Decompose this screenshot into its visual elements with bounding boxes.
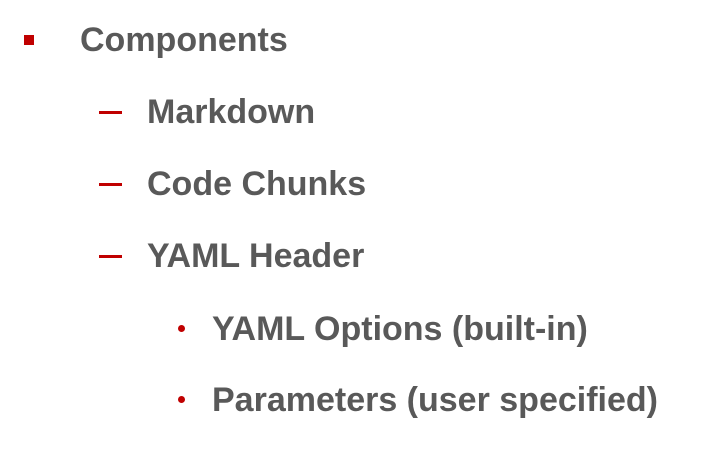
bullet-text: Markdown bbox=[147, 93, 316, 131]
dash-bullet-icon bbox=[99, 111, 122, 114]
bullet-text: YAML Header bbox=[147, 237, 365, 275]
dash-bullet-icon bbox=[99, 183, 122, 186]
dot-bullet-icon bbox=[178, 396, 185, 403]
dot-bullet-icon bbox=[178, 325, 185, 332]
dash-bullet-icon bbox=[99, 255, 122, 258]
bullet-text: Components bbox=[80, 21, 288, 59]
bullet-text: Parameters (user specified) bbox=[212, 381, 658, 419]
bullet-text: YAML Options (built-in) bbox=[212, 310, 588, 348]
bullet-text: Code Chunks bbox=[147, 165, 367, 203]
square-bullet-icon bbox=[24, 35, 34, 45]
